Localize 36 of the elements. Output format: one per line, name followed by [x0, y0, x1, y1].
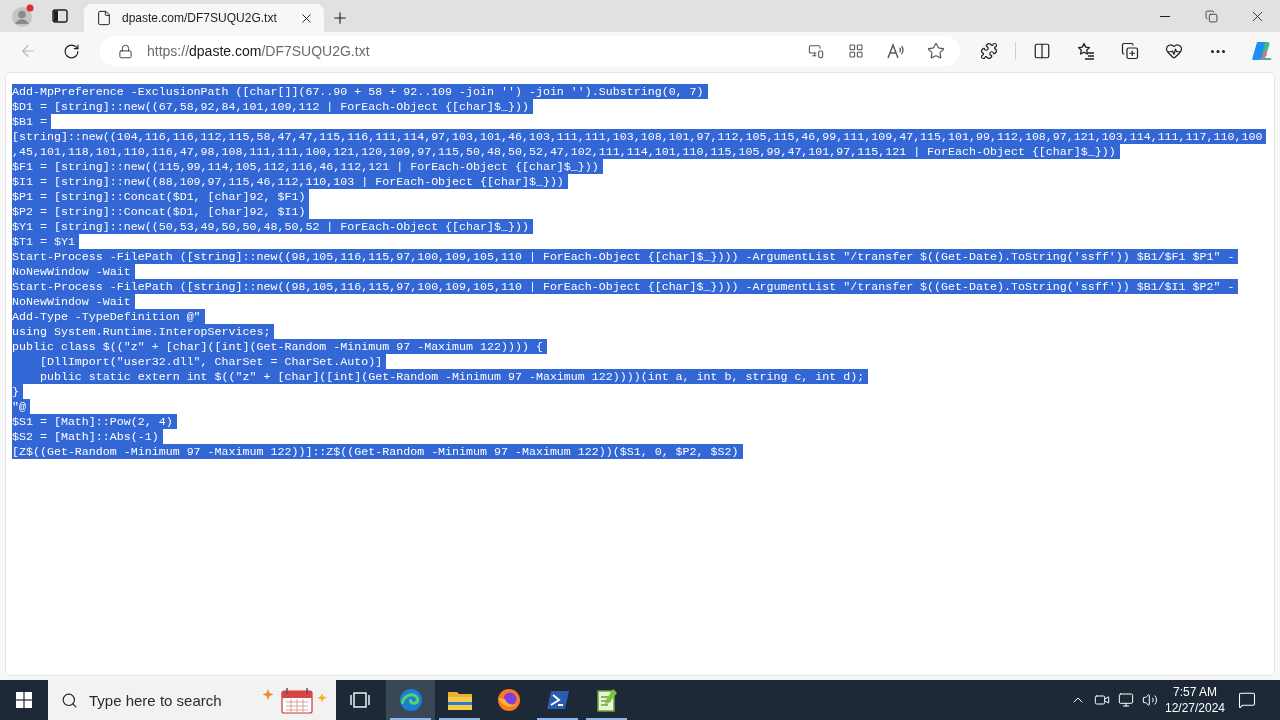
- tab-actions-icon: [52, 8, 68, 24]
- url-text: https://dpaste.com/DF7SUQU2G.txt: [147, 43, 371, 59]
- puzzle-icon: [980, 42, 998, 60]
- page-icon: [96, 10, 112, 26]
- task-view-icon: [350, 692, 370, 708]
- ribbon-logo-icon: [1251, 40, 1273, 62]
- folder-icon: [446, 689, 473, 711]
- address-field[interactable]: https://dpaste.com/DF7SUQU2G.txt: [100, 36, 960, 66]
- terminal-icon: [545, 689, 570, 711]
- windows-logo-icon: [16, 692, 32, 708]
- camera-icon: [1094, 692, 1110, 708]
- star-icon: [927, 42, 945, 60]
- lock-icon: [118, 43, 133, 59]
- notification-icon: [1238, 691, 1256, 709]
- notepad-icon: [595, 688, 618, 712]
- read-aloud-icon: [887, 43, 905, 59]
- grid-icon: [848, 43, 864, 59]
- taskbar-search-field[interactable]: Type here to search: [48, 680, 336, 720]
- fox-globe-icon: [496, 688, 521, 712]
- more-icon: [1211, 49, 1225, 53]
- search-icon: [61, 691, 78, 709]
- plus-icon: [331, 9, 349, 27]
- speaker-icon: [1142, 692, 1158, 708]
- devices-icon: [808, 43, 824, 59]
- split-screen-icon: [1033, 42, 1051, 60]
- browser-tab[interactable]: dpaste.com/DF7SUQU2G.txt: [84, 4, 324, 32]
- restore-icon: [1204, 9, 1218, 23]
- monitor-icon: [1118, 692, 1134, 708]
- browser-swirl-icon: [398, 688, 423, 712]
- profile-avatar-icon[interactable]: [10, 4, 34, 28]
- collections-icon: [1121, 42, 1139, 60]
- heart-pulse-icon: [1165, 42, 1183, 60]
- refresh-icon: [62, 42, 80, 60]
- minimize-icon: [1160, 15, 1170, 17]
- taskbar-clock[interactable]: 7:57 AM 12/27/2024: [1162, 680, 1228, 720]
- star-list-icon: [1077, 42, 1095, 60]
